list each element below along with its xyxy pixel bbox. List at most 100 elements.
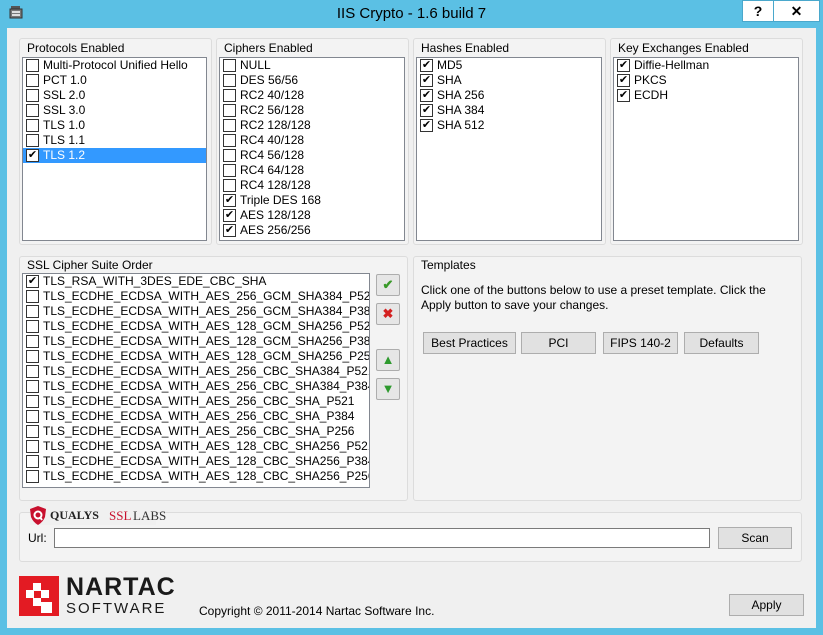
- disable-suite-button[interactable]: ✖: [376, 303, 400, 325]
- checkbox[interactable]: [26, 440, 39, 453]
- protocol-item[interactable]: Multi-Protocol Unified Hello: [23, 58, 206, 73]
- suite-item[interactable]: ✔ TLS_RSA_WITH_3DES_EDE_CBC_SHA: [23, 274, 353, 289]
- suite-item[interactable]: TLS_ECDHE_ECDSA_WITH_AES_128_CBC_SHA256_…: [23, 469, 369, 484]
- suite-item[interactable]: TLS_ECDHE_ECDSA_WITH_AES_256_GCM_SHA384_…: [23, 289, 369, 304]
- cipher-item[interactable]: DES 56/56: [220, 73, 404, 88]
- checkbox[interactable]: ✔: [420, 89, 433, 102]
- protocol-item[interactable]: PCT 1.0: [23, 73, 206, 88]
- checkbox[interactable]: [223, 74, 236, 87]
- checkbox[interactable]: [223, 179, 236, 192]
- checkbox[interactable]: ✔: [420, 59, 433, 72]
- checkbox[interactable]: ✔: [617, 59, 630, 72]
- suite-order-listbox[interactable]: ✔ TLS_RSA_WITH_3DES_EDE_CBC_SHA TLS_ECDHE_…: [22, 273, 370, 488]
- help-button[interactable]: ?: [742, 0, 774, 22]
- checkbox[interactable]: [223, 104, 236, 117]
- checkbox[interactable]: [26, 74, 39, 87]
- hashes-list[interactable]: ✔ MD5 ✔ SHA ✔ SHA 256 ✔ SHA 384 ✔ SHA 512: [416, 57, 602, 241]
- checkbox[interactable]: [26, 395, 39, 408]
- hash-item[interactable]: ✔ MD5: [417, 58, 601, 73]
- cipher-item[interactable]: ✔ AES 128/128: [220, 208, 404, 223]
- protocol-item[interactable]: ✔ TLS 1.2: [23, 148, 206, 163]
- pci-button[interactable]: PCI: [521, 332, 596, 354]
- checkbox[interactable]: [26, 134, 39, 147]
- suite-item[interactable]: TLS_ECDHE_ECDSA_WITH_AES_128_GCM_SHA256_…: [23, 334, 369, 349]
- ciphers-list[interactable]: NULL DES 56/56 RC2 40/128 RC2 56/128 RC2 128…: [219, 57, 405, 241]
- cipher-item[interactable]: ✔ AES 256/256: [220, 223, 404, 238]
- key-exchange-item[interactable]: ✔ ECDH: [614, 88, 798, 103]
- checkbox[interactable]: [26, 425, 39, 438]
- key-exchange-item[interactable]: ✔ Diffie-Hellman: [614, 58, 798, 73]
- checkbox[interactable]: [26, 335, 39, 348]
- url-input[interactable]: [54, 528, 710, 548]
- checkbox[interactable]: ✔: [420, 104, 433, 117]
- checkbox[interactable]: [26, 290, 39, 303]
- defaults-button[interactable]: Defaults: [684, 332, 759, 354]
- suite-item[interactable]: TLS_ECDHE_ECDSA_WITH_AES_256_CBC_SHA_P38…: [23, 409, 354, 424]
- checkbox[interactable]: [223, 149, 236, 162]
- checkbox[interactable]: [26, 320, 39, 333]
- checkbox[interactable]: [26, 455, 39, 468]
- hash-item[interactable]: ✔ SHA 256: [417, 88, 601, 103]
- checkbox[interactable]: ✔: [223, 209, 236, 222]
- cipher-item[interactable]: RC2 40/128: [220, 88, 404, 103]
- cipher-item[interactable]: RC4 40/128: [220, 133, 404, 148]
- protocols-list[interactable]: Multi-Protocol Unified Hello PCT 1.0 SSL 2…: [22, 57, 207, 241]
- protocol-item[interactable]: TLS 1.1: [23, 133, 206, 148]
- checkbox[interactable]: ✔: [420, 119, 433, 132]
- cipher-item[interactable]: RC4 128/128: [220, 178, 404, 193]
- cipher-item[interactable]: RC4 56/128: [220, 148, 404, 163]
- checkbox[interactable]: [26, 119, 39, 132]
- checkbox[interactable]: [26, 59, 39, 72]
- fips-button[interactable]: FIPS 140-2: [603, 332, 678, 354]
- suite-item[interactable]: TLS_ECDHE_ECDSA_WITH_AES_128_CBC_SHA256_…: [23, 439, 369, 454]
- protocol-item[interactable]: SSL 3.0: [23, 103, 206, 118]
- suite-item[interactable]: TLS_ECDHE_ECDSA_WITH_AES_256_CBC_SHA384_…: [23, 364, 369, 379]
- checkbox[interactable]: ✔: [617, 89, 630, 102]
- suite-item[interactable]: TLS_ECDHE_ECDSA_WITH_AES_256_GCM_SHA384_…: [23, 304, 369, 319]
- move-up-button[interactable]: ▲: [376, 349, 400, 371]
- cipher-item[interactable]: ✔ Triple DES 168: [220, 193, 404, 208]
- cipher-item[interactable]: NULL: [220, 58, 404, 73]
- checkbox[interactable]: [26, 104, 39, 117]
- suite-item[interactable]: TLS_ECDHE_ECDSA_WITH_AES_128_GCM_SHA256_…: [23, 349, 369, 364]
- checkbox[interactable]: [223, 134, 236, 147]
- checkbox[interactable]: ✔: [26, 149, 39, 162]
- checkbox[interactable]: [223, 89, 236, 102]
- hash-item[interactable]: ✔ SHA 384: [417, 103, 601, 118]
- best-practices-button[interactable]: Best Practices: [423, 332, 516, 354]
- checkbox[interactable]: [26, 410, 39, 423]
- cipher-item[interactable]: RC2 56/128: [220, 103, 404, 118]
- suite-item[interactable]: TLS_ECDHE_ECDSA_WITH_AES_256_CBC_SHA384_…: [23, 379, 369, 394]
- cipher-item[interactable]: RC4 64/128: [220, 163, 404, 178]
- checkbox[interactable]: ✔: [223, 224, 236, 237]
- checkbox[interactable]: [26, 380, 39, 393]
- suite-item[interactable]: TLS_ECDHE_ECDSA_WITH_AES_128_GCM_SHA256_…: [23, 319, 369, 334]
- checkbox[interactable]: ✔: [420, 74, 433, 87]
- checkbox[interactable]: [26, 89, 39, 102]
- checkbox[interactable]: [223, 119, 236, 132]
- hash-item[interactable]: ✔ SHA: [417, 73, 601, 88]
- cipher-item[interactable]: RC2 128/128: [220, 118, 404, 133]
- key-exchanges-list[interactable]: ✔ Diffie-Hellman ✔ PKCS ✔ ECDH: [613, 57, 799, 241]
- apply-button[interactable]: Apply: [729, 594, 804, 616]
- checkbox[interactable]: ✔: [617, 74, 630, 87]
- checkbox[interactable]: ✔: [26, 275, 39, 288]
- close-button[interactable]: ✕: [773, 0, 820, 22]
- checkbox[interactable]: [26, 365, 39, 378]
- protocol-item[interactable]: SSL 2.0: [23, 88, 206, 103]
- move-down-button[interactable]: ▼: [376, 378, 400, 400]
- checkbox[interactable]: [26, 350, 39, 363]
- checkbox[interactable]: ✔: [223, 194, 236, 207]
- protocol-item[interactable]: TLS 1.0: [23, 118, 206, 133]
- suite-item[interactable]: TLS_ECDHE_ECDSA_WITH_AES_256_CBC_SHA_P52…: [23, 394, 354, 409]
- checkbox[interactable]: [223, 59, 236, 72]
- key-exchange-item[interactable]: ✔ PKCS: [614, 73, 798, 88]
- checkbox[interactable]: [26, 470, 39, 483]
- suite-item[interactable]: TLS_ECDHE_ECDSA_WITH_AES_128_CBC_SHA256_…: [23, 454, 369, 469]
- enable-suite-button[interactable]: ✔: [376, 274, 400, 296]
- suite-item[interactable]: TLS_ECDHE_ECDSA_WITH_AES_256_CBC_SHA_P25…: [23, 424, 354, 439]
- scan-button[interactable]: Scan: [718, 527, 792, 549]
- hash-item[interactable]: ✔ SHA 512: [417, 118, 601, 133]
- checkbox[interactable]: [223, 164, 236, 177]
- checkbox[interactable]: [26, 305, 39, 318]
